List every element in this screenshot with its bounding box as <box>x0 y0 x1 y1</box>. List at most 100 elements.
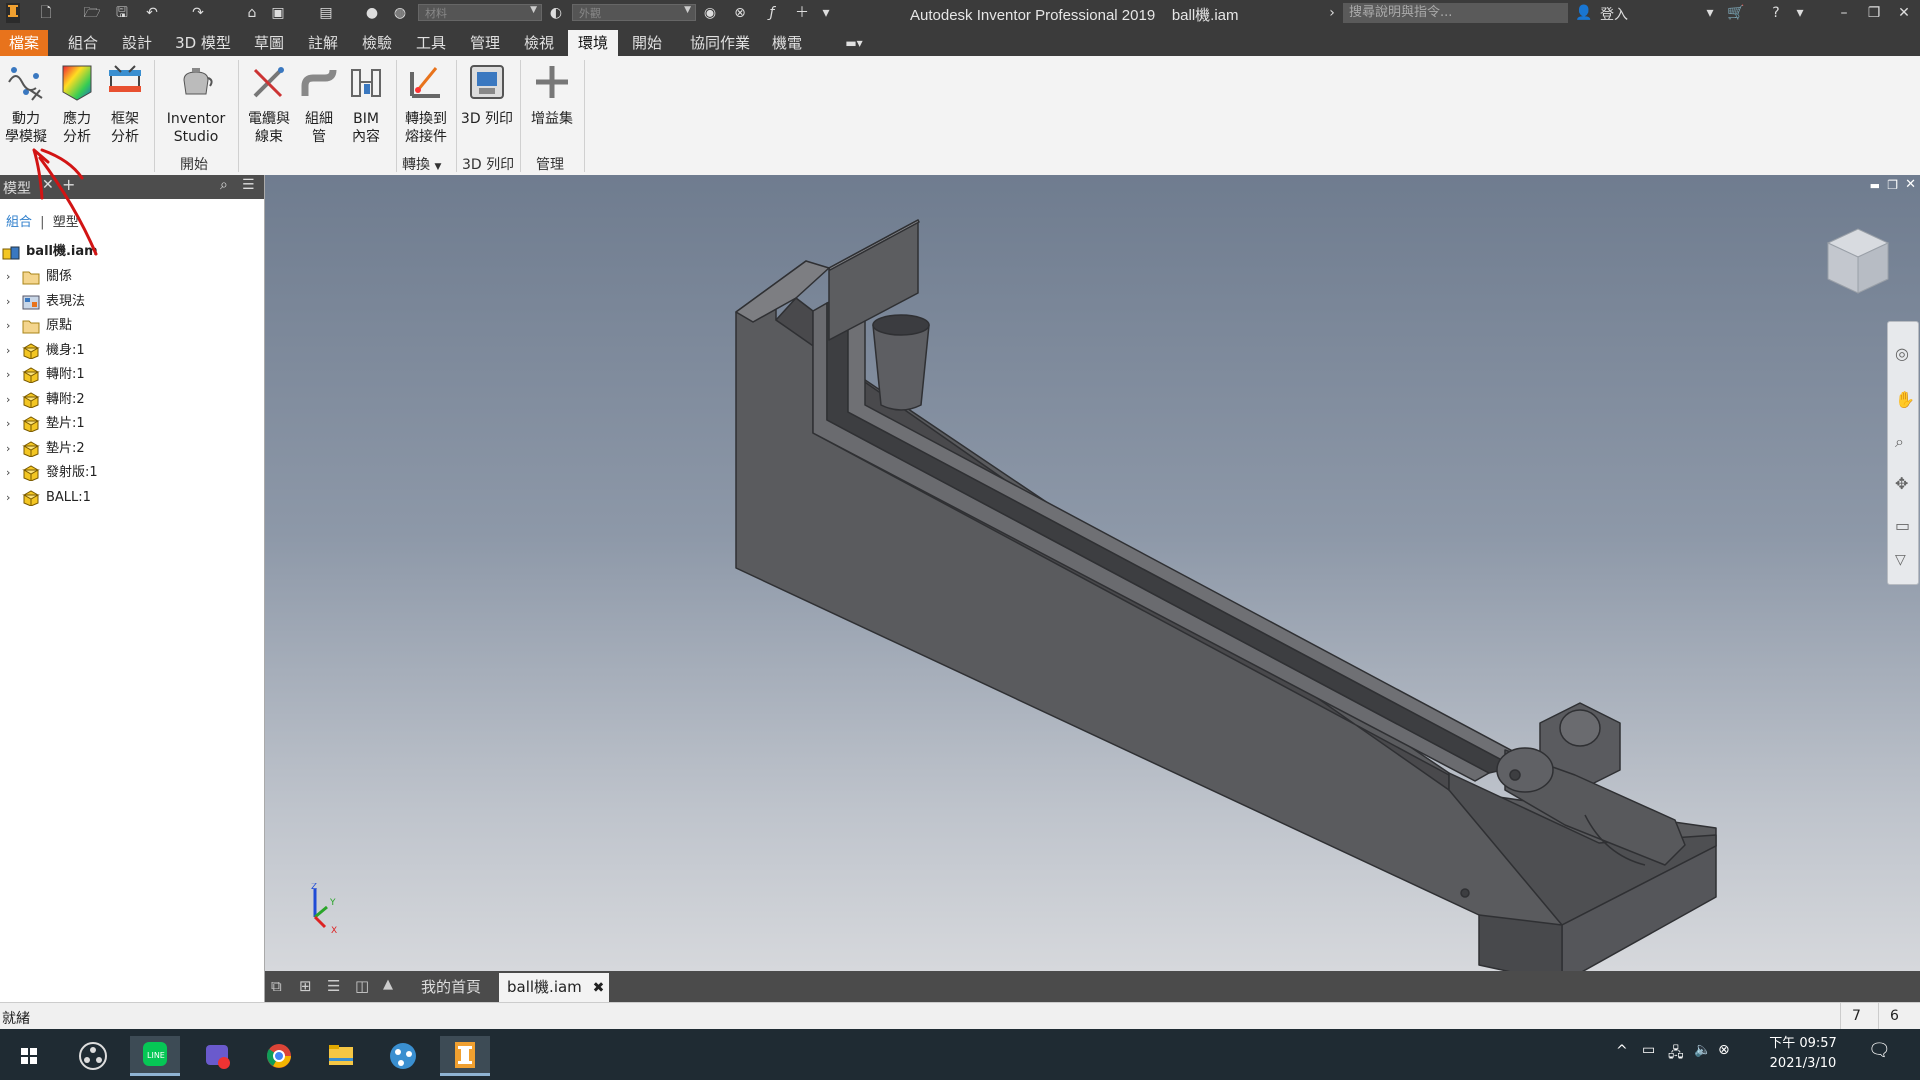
zoom-icon[interactable]: ⌕ <box>1895 432 1904 452</box>
new-file-icon[interactable]: 🗋 <box>36 3 56 23</box>
steering-wheel-icon[interactable]: ◎ <box>1895 344 1909 363</box>
search-icon[interactable]: ⌕ <box>220 177 228 193</box>
cascade-icon[interactable]: ⧉ <box>271 977 282 995</box>
chevron-right-icon[interactable]: › <box>6 461 10 485</box>
pan-hand-icon[interactable]: ✋ <box>1895 390 1915 409</box>
tab-3d-model[interactable]: 3D 模型 <box>170 30 236 56</box>
tab-electromechanical[interactable]: 機電 <box>766 30 808 56</box>
tab-sketch[interactable]: 草圖 <box>248 30 290 56</box>
chevron-right-icon[interactable]: › <box>6 363 10 387</box>
group-label-convert[interactable]: 轉換 ▼ <box>402 154 441 174</box>
clock[interactable]: 下午 09:57 2021/3/10 <box>1762 1034 1844 1074</box>
convert-weldment-button[interactable]: 轉換到 熔接件 <box>400 62 452 146</box>
restore-button[interactable]: ❐ <box>1860 2 1888 24</box>
tab-design[interactable]: 設計 <box>116 30 158 56</box>
browser-tab-assembly[interactable]: 組合 <box>6 215 32 230</box>
tab-file[interactable]: 檔案 <box>0 30 48 56</box>
frame-analysis-button[interactable]: 框架 分析 <box>102 62 148 146</box>
close-tab-icon[interactable]: ✖ <box>593 980 605 996</box>
undo-icon[interactable]: ↶ <box>142 3 162 23</box>
signin-button[interactable]: 登入 <box>1600 4 1628 24</box>
adjust-appearance-icon[interactable]: ◉ <box>700 3 720 23</box>
inventor-taskbar-icon[interactable] <box>440 1036 490 1076</box>
graphics-viewport[interactable]: ▬ ❐ ✕ ◎ ✋ ⌕ ✥ ▭ ▽ Z Y X <box>265 175 1920 971</box>
chevron-right-icon[interactable]: › <box>6 339 10 363</box>
chevron-right-icon[interactable]: › <box>6 486 10 510</box>
tab-environments[interactable]: 環境 <box>568 30 618 56</box>
arrange-up-icon[interactable]: ▲ <box>383 977 393 992</box>
inventor-logo-icon[interactable] <box>6 3 20 23</box>
home-icon[interactable]: ⌂ <box>242 3 262 23</box>
add-tab-icon[interactable]: + <box>62 175 75 194</box>
cable-harness-button[interactable]: 電纜與 線束 <box>244 62 294 146</box>
network-icon[interactable]: 🖧 <box>1668 1042 1684 1066</box>
tab-active-document[interactable]: ball機.iam ✖ <box>499 973 609 1002</box>
chrome-icon[interactable] <box>254 1036 304 1076</box>
line-app-icon[interactable]: LINE <box>130 1036 180 1076</box>
look-at-icon[interactable]: ▭ <box>1895 516 1910 535</box>
3d-model[interactable] <box>265 175 1920 971</box>
tab-manage[interactable]: 管理 <box>464 30 506 56</box>
inventor-studio-button[interactable]: Inventor Studio <box>160 62 232 146</box>
chevron-right-icon[interactable]: › <box>6 290 10 314</box>
notification-icon[interactable]: 🗨 <box>1868 1040 1891 1061</box>
dynamic-simulation-button[interactable]: 動力 學模擬 <box>2 62 50 146</box>
function-icon[interactable]: ƒ <box>762 3 782 23</box>
help-icon[interactable]: ? <box>1766 3 1786 23</box>
start-windows-icon[interactable] <box>4 1036 54 1076</box>
no-connection-icon[interactable]: ⊗ <box>1718 1042 1730 1058</box>
game-app-icon[interactable] <box>192 1036 242 1076</box>
chevron-right-icon[interactable]: › <box>6 265 10 289</box>
add-ins-button[interactable]: 增益集 <box>524 62 580 128</box>
tab-tools[interactable]: 工具 <box>410 30 452 56</box>
tab-collaborate[interactable]: 協同作業 <box>682 30 758 56</box>
web-icon[interactable]: ◍ <box>390 3 410 23</box>
chevron-down-icon[interactable]: ▾ <box>1700 3 1720 23</box>
file-explorer-icon[interactable] <box>316 1036 366 1076</box>
minimize-button[interactable]: – <box>1830 2 1858 24</box>
clear-appearance-icon[interactable]: ⊗ <box>730 3 750 23</box>
tab-my-home[interactable]: 我的首頁 <box>411 973 491 1002</box>
obs-icon[interactable] <box>68 1036 118 1076</box>
customize-qat-icon[interactable]: ▾ <box>816 3 836 23</box>
add-icon[interactable]: ＋ <box>792 3 812 23</box>
tile-horizontal-icon[interactable]: ☰ <box>327 977 340 995</box>
menu-icon[interactable]: ☰ <box>242 177 255 193</box>
tab-assemble[interactable]: 組合 <box>62 30 104 56</box>
bim-content-button[interactable]: BIM 內容 <box>344 62 388 146</box>
cart-icon[interactable]: 🛒 <box>1726 3 1746 23</box>
tile-icon[interactable]: ⊞ <box>299 977 312 995</box>
properties-icon[interactable]: ● <box>362 3 382 23</box>
tile-vertical-icon[interactable]: ◫ <box>355 977 369 995</box>
stress-analysis-button[interactable]: 應力 分析 <box>54 62 100 146</box>
tab-view[interactable]: 檢視 <box>518 30 560 56</box>
chevron-right-icon[interactable]: › <box>6 412 10 436</box>
chevron-down-icon[interactable]: ▾ <box>1790 3 1810 23</box>
close-icon[interactable]: ✕ <box>42 177 54 193</box>
chevron-up-icon[interactable]: ^ <box>1616 1043 1628 1059</box>
hub-app-icon[interactable] <box>378 1036 428 1076</box>
tab-inspect[interactable]: 檢驗 <box>356 30 398 56</box>
orbit-icon[interactable]: ✥ <box>1895 474 1908 493</box>
tube-pipe-button[interactable]: 組細 管 <box>298 62 340 146</box>
open-file-icon[interactable]: 🗁 <box>82 3 102 23</box>
tab-get-started[interactable]: 開始 <box>626 30 668 56</box>
material-dropdown[interactable]: 材料 ▼ <box>418 4 542 21</box>
browser-tab-modeling[interactable]: 塑型 <box>53 215 79 230</box>
select-icon[interactable]: ▤ <box>316 3 336 23</box>
chevron-right-icon[interactable]: › <box>6 437 10 461</box>
panel-options-icon[interactable]: ▬▾ <box>834 30 874 56</box>
save-icon[interactable]: 🖫 <box>112 3 132 23</box>
chevron-right-icon[interactable]: › <box>6 388 10 412</box>
3d-print-button[interactable]: 3D 列印 <box>458 62 516 128</box>
chevron-right-icon[interactable]: › <box>6 314 10 338</box>
chevron-right-icon[interactable]: › <box>1322 3 1342 23</box>
view-face-icon[interactable]: ▽ <box>1895 552 1906 568</box>
tab-annotate[interactable]: 註解 <box>302 30 344 56</box>
redo-icon[interactable]: ↷ <box>188 3 208 23</box>
volume-icon[interactable]: 🔈 <box>1694 1042 1711 1058</box>
appearance-dropdown[interactable]: 外觀 ▼ <box>572 4 696 21</box>
battery-icon[interactable]: ▭ <box>1642 1042 1655 1058</box>
update-icon[interactable]: ▣ <box>268 3 288 23</box>
view-cube-icon[interactable] <box>1818 223 1898 303</box>
